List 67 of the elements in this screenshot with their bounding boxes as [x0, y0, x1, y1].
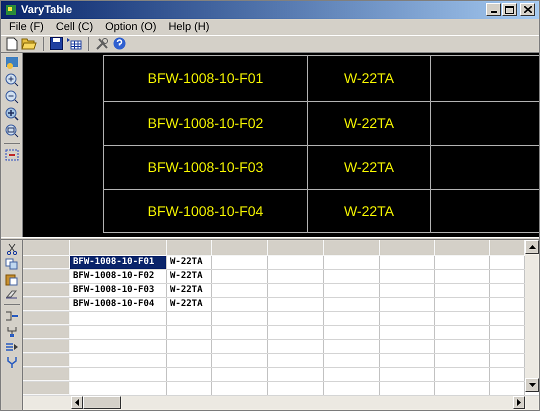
- copy-icon[interactable]: [5, 258, 18, 270]
- column-header[interactable]: [167, 240, 212, 256]
- zoom-icon[interactable]: [4, 107, 18, 122]
- column-header[interactable]: [70, 240, 167, 256]
- paste-icon[interactable]: [5, 272, 18, 286]
- table-cell[interactable]: BFW-1008-10-F03: [70, 284, 167, 297]
- eraser-icon[interactable]: [5, 288, 18, 299]
- close-icon: [524, 6, 532, 14]
- column-header[interactable]: [380, 240, 435, 256]
- table-cell[interactable]: BFW-1008-10-F04: [70, 298, 167, 311]
- scroll-left-button[interactable]: [71, 396, 83, 410]
- table-cell[interactable]: W-22TA: [167, 284, 212, 297]
- merge-icon[interactable]: [6, 356, 18, 369]
- menu-item[interactable]: Option (O): [105, 18, 156, 36]
- app-icon: [5, 4, 17, 16]
- zoom-in-icon[interactable]: [4, 73, 18, 88]
- vertical-scrollbar[interactable]: [525, 240, 539, 392]
- column-header[interactable]: [212, 240, 268, 256]
- help-icon[interactable]: [113, 37, 126, 50]
- table-cell[interactable]: W-22TA: [167, 270, 212, 283]
- scroll-up-button[interactable]: [525, 240, 539, 254]
- zoom-fit-icon[interactable]: [4, 124, 18, 138]
- drawing-text: W-22TA: [344, 202, 394, 221]
- cut-icon[interactable]: [6, 242, 18, 255]
- menu-item[interactable]: Help (H): [168, 18, 210, 36]
- tools-icon[interactable]: [95, 36, 110, 51]
- table-cell[interactable]: W-22TA: [167, 298, 212, 311]
- column-header[interactable]: [324, 240, 380, 256]
- close-button[interactable]: [520, 3, 535, 16]
- drawing-text: W-22TA: [344, 69, 394, 88]
- horizontal-scrollbar[interactable]: [23, 396, 539, 410]
- menu-item[interactable]: Cell (C): [56, 18, 94, 36]
- scroll-right-button[interactable]: [513, 396, 525, 410]
- maximize-button[interactable]: [502, 3, 517, 16]
- table-cell[interactable]: W-22TA: [167, 256, 212, 269]
- new-file-icon[interactable]: [6, 36, 18, 51]
- menu-item[interactable]: File (F): [9, 18, 44, 36]
- up-arrow-icon: [528, 244, 536, 249]
- minimize-button[interactable]: [486, 3, 501, 16]
- table-icon[interactable]: [66, 37, 82, 50]
- drawing-text: W-22TA: [344, 114, 394, 134]
- minimize-icon: [490, 11, 496, 14]
- open-folder-icon[interactable]: [21, 37, 37, 50]
- table-cell[interactable]: BFW-1008-10-F02: [70, 270, 167, 283]
- fit-frame-icon[interactable]: [4, 149, 18, 162]
- tree-icon[interactable]: [6, 324, 18, 338]
- drawing-text: BFW-1008-10-F02: [148, 114, 264, 134]
- down-arrow-icon: [528, 382, 536, 387]
- append-row-icon[interactable]: [4, 340, 18, 353]
- right-arrow-icon: [517, 399, 521, 406]
- drawing-text: BFW-1008-10-F03: [148, 158, 264, 178]
- zoom-out-icon[interactable]: [4, 90, 18, 104]
- window-title: VaryTable: [21, 2, 72, 18]
- column-header[interactable]: [23, 240, 70, 256]
- column-header[interactable]: [435, 240, 490, 256]
- scroll-thumb[interactable]: [83, 396, 121, 410]
- table-cell[interactable]: BFW-1008-10-F01: [70, 256, 167, 269]
- maximize-icon: [505, 6, 514, 14]
- insert-row-icon[interactable]: [4, 310, 18, 322]
- save-icon[interactable]: [50, 37, 63, 50]
- column-header[interactable]: [490, 240, 525, 256]
- left-arrow-icon: [75, 399, 79, 406]
- column-header[interactable]: [268, 240, 324, 256]
- drawing-text: W-22TA: [344, 158, 394, 178]
- drawing-text: BFW-1008-10-F04: [148, 202, 264, 221]
- scroll-down-button[interactable]: [525, 378, 539, 392]
- drawing-text: BFW-1008-10-F01: [148, 69, 264, 88]
